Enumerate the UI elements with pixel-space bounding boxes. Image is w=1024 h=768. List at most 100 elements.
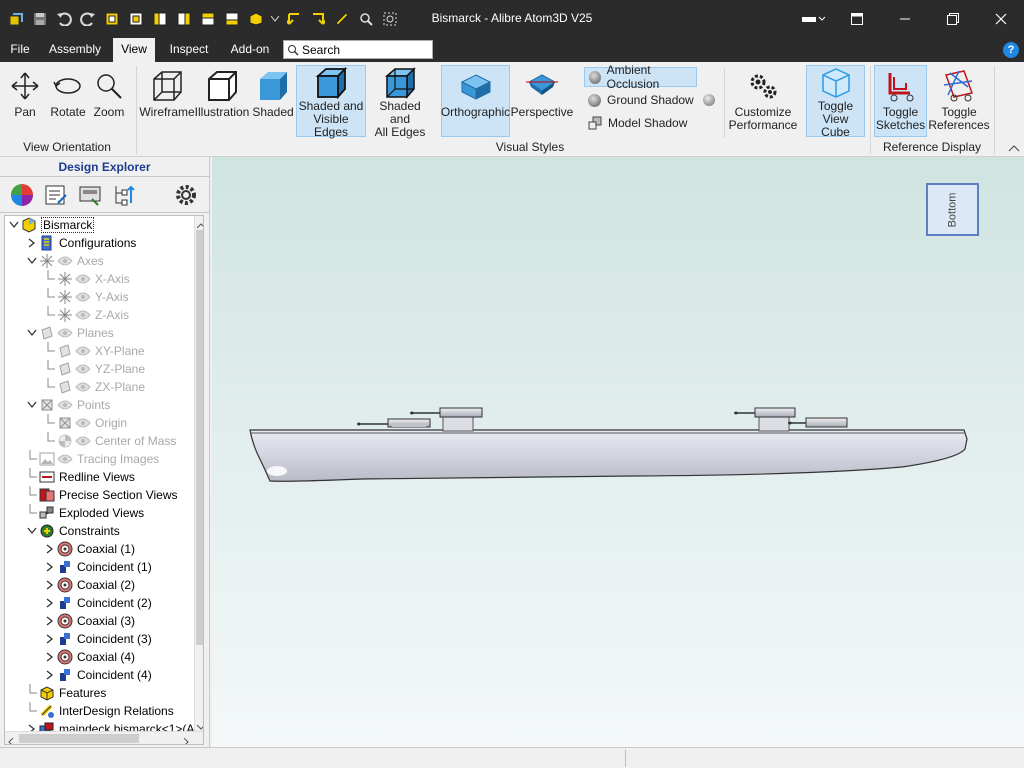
visibility-eye-icon[interactable]: [73, 309, 91, 321]
visibility-eye-icon[interactable]: [55, 399, 73, 411]
tree-item[interactable]: XY-Plane: [45, 342, 145, 360]
collapse-ribbon-icon[interactable]: [1008, 141, 1022, 153]
ground-shadow-settings-icon[interactable]: [703, 94, 715, 106]
tree-item[interactable]: Center of Mass: [45, 432, 176, 450]
view-back-icon[interactable]: [126, 8, 146, 30]
menu-file[interactable]: File: [4, 38, 36, 62]
wireframe-button[interactable]: Wireframe: [139, 66, 195, 136]
chevron-down-icon[interactable]: [27, 256, 37, 266]
arrow-down-right-icon[interactable]: [308, 8, 328, 30]
chevron-down-icon[interactable]: [270, 8, 280, 30]
3d-viewport[interactable]: Bottom: [212, 157, 1024, 747]
tree-structure-icon[interactable]: [112, 183, 136, 207]
view-right-icon[interactable]: [174, 8, 194, 30]
menu-view[interactable]: View: [113, 38, 155, 62]
visibility-eye-icon[interactable]: [73, 417, 91, 429]
horizontal-scrollbar-thumb[interactable]: [19, 734, 139, 743]
tree-item[interactable]: Coaxial (2): [45, 576, 135, 594]
settings-gear-icon[interactable]: [174, 183, 198, 207]
tree-item[interactable]: InterDesign Relations: [27, 702, 174, 720]
visibility-eye-icon[interactable]: [73, 381, 91, 393]
visibility-eye-icon[interactable]: [55, 453, 73, 465]
tree-item[interactable]: Z-Axis: [45, 306, 129, 324]
rotate-button[interactable]: Rotate: [48, 66, 88, 136]
view-front-icon[interactable]: [102, 8, 122, 30]
tree-item[interactable]: Redline Views: [27, 468, 135, 486]
visibility-eye-icon[interactable]: [55, 255, 73, 267]
view-iso-icon[interactable]: [246, 8, 266, 30]
tree-item[interactable]: Bismarck: [9, 216, 95, 234]
scroll-right-arrow[interactable]: [183, 735, 189, 744]
tree-item[interactable]: ZX-Plane: [45, 378, 145, 396]
tree-item[interactable]: Axes: [27, 252, 104, 270]
tree-item[interactable]: X-Axis: [45, 270, 130, 288]
scroll-left-arrow[interactable]: [8, 735, 14, 744]
close-icon[interactable]: [978, 0, 1024, 38]
view-top-icon[interactable]: [198, 8, 218, 30]
view-left-icon[interactable]: [150, 8, 170, 30]
visibility-eye-icon[interactable]: [55, 327, 73, 339]
tree-item[interactable]: YZ-Plane: [45, 360, 145, 378]
chevron-down-icon[interactable]: [9, 220, 19, 230]
pan-button[interactable]: Pan: [6, 66, 44, 136]
magnifier-icon[interactable]: [356, 8, 376, 30]
tree-item[interactable]: Coaxial (1): [45, 540, 135, 558]
visibility-eye-icon[interactable]: [73, 363, 91, 375]
tree-item[interactable]: Coincident (1): [45, 558, 152, 576]
ground-shadow-toggle[interactable]: Ground Shadow: [584, 90, 697, 110]
visibility-eye-icon[interactable]: [73, 435, 91, 447]
arrow-down-left-icon[interactable]: [284, 8, 304, 30]
box-select-icon[interactable]: [380, 8, 400, 30]
chevron-right-icon[interactable]: [45, 652, 55, 662]
visibility-eye-icon[interactable]: [73, 273, 91, 285]
chevron-right-icon[interactable]: [45, 598, 55, 608]
chevron-right-icon[interactable]: [45, 616, 55, 626]
minimize-icon[interactable]: [882, 0, 928, 38]
perspective-button[interactable]: Perspective: [511, 66, 573, 136]
chevron-right-icon[interactable]: [45, 544, 55, 554]
menu-inspect[interactable]: Inspect: [165, 38, 213, 62]
tree-item[interactable]: Coaxial (4): [45, 648, 135, 666]
toggle-sketches-button[interactable]: Toggle Sketches: [874, 65, 927, 137]
tree-item[interactable]: Origin: [45, 414, 127, 432]
chevron-down-icon[interactable]: [27, 400, 37, 410]
chevron-right-icon[interactable]: [45, 670, 55, 680]
menu-assembly[interactable]: Assembly: [46, 38, 104, 62]
horizontal-scrollbar[interactable]: [5, 731, 203, 744]
tree-item[interactable]: Coincident (3): [45, 630, 152, 648]
shaded-visible-edges-button[interactable]: Shaded and Visible Edges: [296, 65, 366, 139]
redo-icon[interactable]: [78, 8, 98, 30]
help-icon[interactable]: ?: [1003, 42, 1019, 58]
bismarck-model[interactable]: [212, 157, 1024, 747]
tree-item[interactable]: Exploded Views: [27, 504, 144, 522]
zoom-button[interactable]: Zoom: [90, 66, 128, 136]
tree-item[interactable]: Coincident (4): [45, 666, 152, 684]
save-icon[interactable]: [30, 8, 50, 30]
illustration-button[interactable]: Illustration: [195, 66, 249, 136]
properties-icon[interactable]: [44, 183, 68, 207]
chevron-right-icon[interactable]: [45, 580, 55, 590]
view-cube[interactable]: Bottom: [926, 183, 979, 236]
tree-item[interactable]: Features: [27, 684, 106, 702]
orthographic-button[interactable]: Orthographic: [441, 65, 510, 137]
color-wheel-icon[interactable]: [10, 183, 34, 207]
ruler-icon[interactable]: [332, 8, 352, 30]
menu-add-on[interactable]: Add-on: [224, 38, 276, 62]
toggle-references-button[interactable]: Toggle References: [928, 66, 990, 136]
visibility-eye-icon[interactable]: [73, 345, 91, 357]
vertical-scrollbar-thumb[interactable]: [196, 230, 203, 645]
chevron-down-icon[interactable]: [27, 328, 37, 338]
view-bottom-icon[interactable]: [222, 8, 242, 30]
ribbon-display-options-icon[interactable]: [790, 0, 836, 38]
model-shadow-toggle[interactable]: Model Shadow: [584, 113, 697, 133]
chevron-down-icon[interactable]: [27, 526, 37, 536]
visibility-eye-icon[interactable]: [73, 291, 91, 303]
display-icon[interactable]: [78, 183, 102, 207]
tree-item[interactable]: Planes: [27, 324, 114, 342]
toggle-view-cube-button[interactable]: Toggle View Cube: [806, 65, 865, 139]
maximize-icon[interactable]: [930, 0, 976, 38]
ambient-occlusion-toggle[interactable]: Ambient Occlusion: [584, 63, 697, 91]
search-input[interactable]: Search: [283, 40, 433, 59]
app-logo-icon[interactable]: [6, 8, 26, 30]
chevron-right-icon[interactable]: [27, 238, 37, 248]
